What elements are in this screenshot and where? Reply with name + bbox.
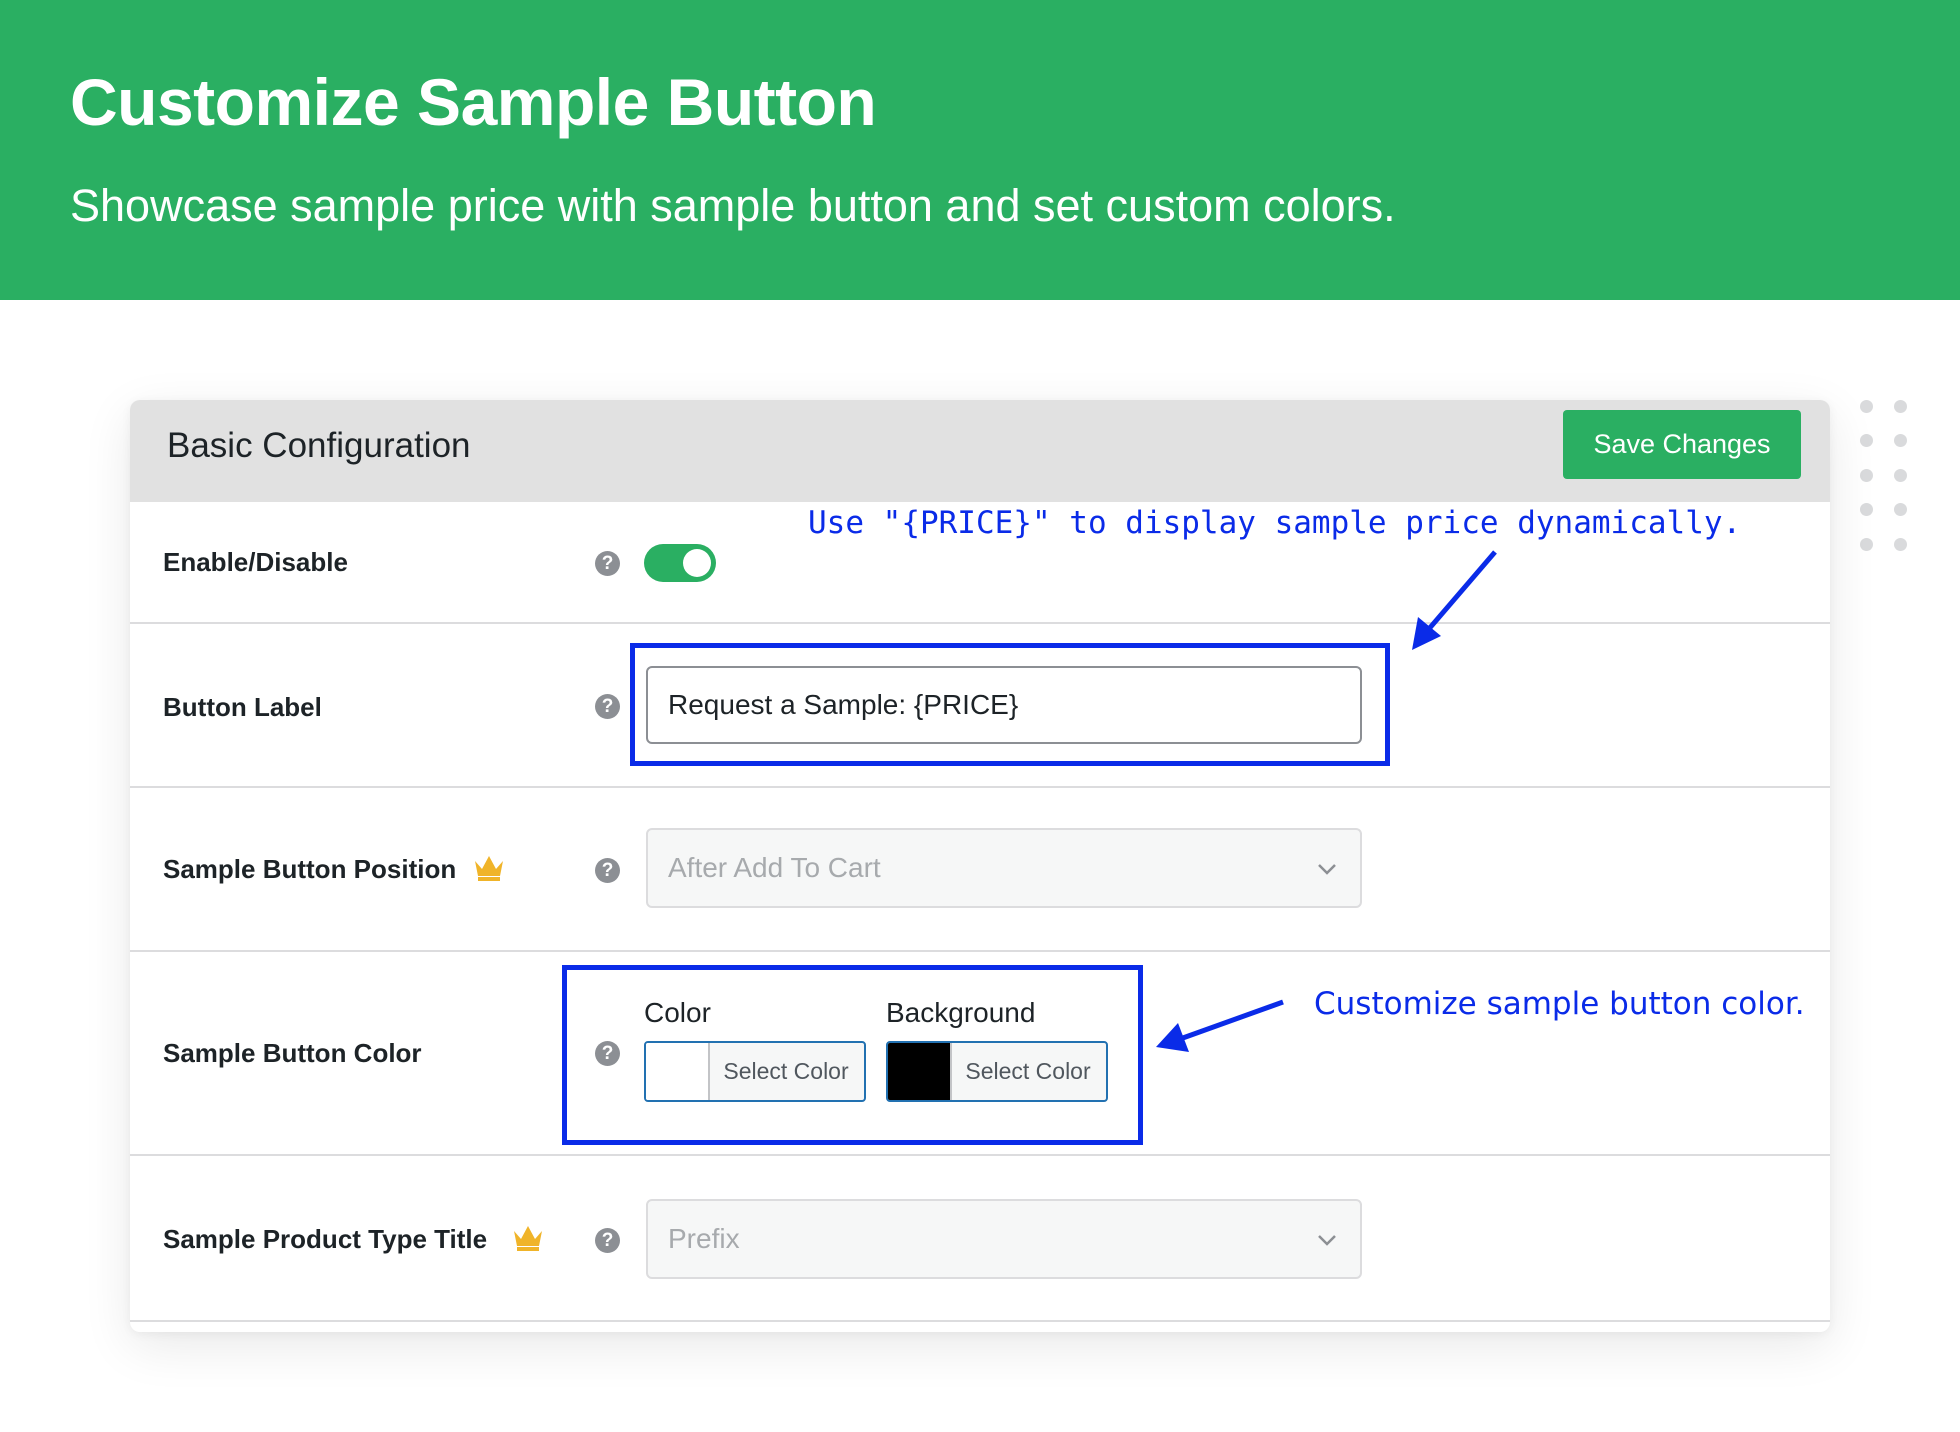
color-label: Sample Button Color — [163, 1038, 422, 1068]
annotation-price-hint: Use "{PRICE}" to display sample price dy… — [808, 505, 1742, 541]
type-title-select[interactable]: Prefix — [646, 1199, 1362, 1279]
card-header: Basic Configuration Save Changes — [130, 400, 1830, 502]
card-title: Basic Configuration — [167, 426, 471, 465]
help-icon[interactable]: ? — [595, 858, 620, 883]
setting-row-position: Sample Button Position ? After Add To Ca… — [130, 788, 1830, 952]
setting-row-type-title: Sample Product Type Title ? Prefix — [130, 1156, 1830, 1322]
chevron-down-icon — [1318, 864, 1336, 875]
position-select[interactable]: After Add To Cart — [646, 828, 1362, 908]
crown-icon — [514, 1226, 542, 1251]
annotation-box-button-label — [630, 643, 1390, 766]
enable-label: Enable/Disable — [163, 547, 348, 577]
enable-toggle[interactable] — [644, 544, 716, 582]
chevron-down-icon — [1318, 1235, 1336, 1246]
position-label: Sample Button Position — [163, 854, 457, 884]
toggle-knob — [683, 549, 711, 577]
banner-title: Customize Sample Button — [70, 65, 877, 139]
help-icon[interactable]: ? — [595, 694, 620, 719]
help-icon[interactable]: ? — [595, 551, 620, 576]
decorative-dots — [1860, 400, 1910, 560]
annotation-box-color — [562, 965, 1143, 1145]
position-select-value: After Add To Cart — [668, 852, 881, 883]
type-title-select-value: Prefix — [668, 1223, 740, 1254]
banner-subtitle: Showcase sample price with sample button… — [70, 180, 1396, 231]
crown-icon — [475, 856, 503, 881]
save-changes-button[interactable]: Save Changes — [1563, 410, 1801, 479]
annotation-color-hint: Customize sample button color. — [1314, 986, 1805, 1022]
header-banner: Customize Sample Button Showcase sample … — [0, 0, 1960, 300]
button-label-label: Button Label — [163, 692, 322, 722]
help-icon[interactable]: ? — [595, 1228, 620, 1253]
type-title-label: Sample Product Type Title — [163, 1224, 488, 1254]
